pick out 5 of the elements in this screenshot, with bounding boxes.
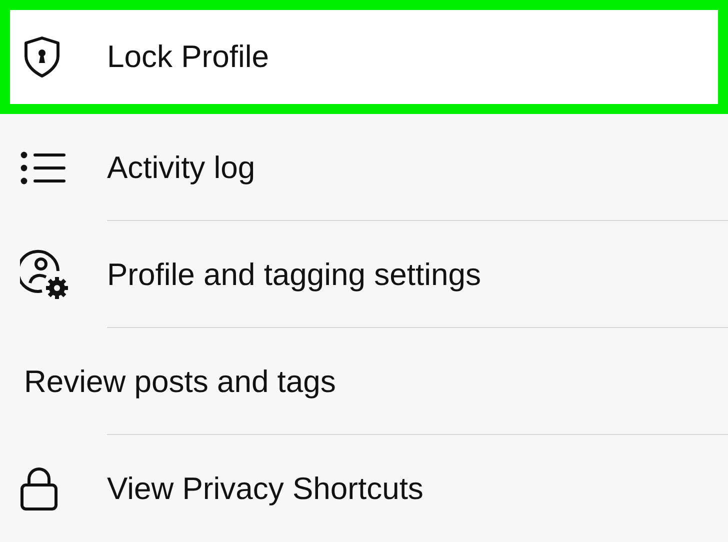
list-icon xyxy=(20,150,66,186)
shield-keyhole-icon xyxy=(24,34,60,80)
menu-item[interactable]: Lock Profile xyxy=(0,0,728,114)
padlock-icon xyxy=(20,466,58,510)
person-gear-icon xyxy=(20,248,70,300)
